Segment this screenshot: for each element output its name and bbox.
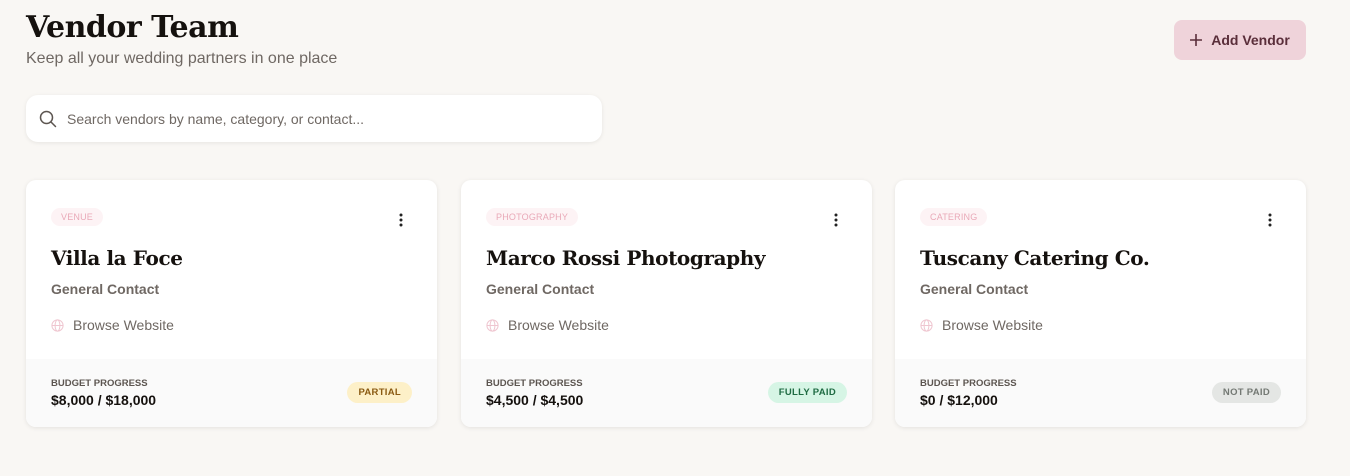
page-title: Vendor Team — [26, 10, 239, 45]
vendor-card-body: PHOTOGRAPHY Marco Rossi Photography Gene… — [461, 180, 872, 359]
plus-icon — [1190, 34, 1203, 46]
globe-icon — [920, 318, 933, 332]
contact-name: General Contact — [486, 281, 595, 297]
more-options-icon[interactable] — [1260, 210, 1280, 230]
page-subtitle: Keep all your wedding partners in one pl… — [26, 50, 338, 67]
vendor-card-body: CATERING Tuscany Catering Co. General Co… — [895, 180, 1306, 359]
payment-status-badge: PARTIAL — [347, 382, 412, 403]
contact-name: General Contact — [51, 281, 160, 297]
budget-progress-label: BUDGET PROGRESS — [920, 378, 1017, 389]
add-vendor-button[interactable]: Add Vendor — [1174, 20, 1306, 60]
contact-name: General Contact — [920, 281, 1029, 297]
add-vendor-label: Add Vendor — [1211, 32, 1290, 48]
vendor-card[interactable]: CATERING Tuscany Catering Co. General Co… — [895, 180, 1306, 427]
budget-value: $0 / $12,000 — [920, 392, 998, 408]
browse-website-link[interactable]: Browse Website — [486, 317, 609, 333]
vendor-card-body: VENUE Villa la Foce General Contact Brow… — [26, 180, 437, 359]
budget-section: BUDGET PROGRESS $4,500 / $4,500 FULLY PA… — [461, 359, 872, 427]
category-tag: PHOTOGRAPHY — [486, 208, 579, 226]
payment-status-badge: FULLY PAID — [767, 382, 847, 403]
category-tag: VENUE — [51, 208, 104, 226]
vendor-name: Tuscany Catering Co. — [920, 246, 1150, 270]
browse-website-label: Browse Website — [73, 317, 174, 333]
browse-website-label: Browse Website — [942, 317, 1043, 333]
search-input[interactable] — [67, 110, 577, 127]
budget-section: BUDGET PROGRESS $0 / $12,000 NOT PAID — [895, 359, 1306, 427]
budget-section: BUDGET PROGRESS $8,000 / $18,000 PARTIAL — [26, 359, 437, 427]
globe-icon — [486, 318, 499, 332]
budget-value: $4,500 / $4,500 — [486, 392, 584, 408]
vendor-name: Villa la Foce — [51, 246, 183, 270]
category-tag: CATERING — [920, 208, 988, 226]
browse-website-link[interactable]: Browse Website — [51, 317, 174, 333]
vendor-card[interactable]: PHOTOGRAPHY Marco Rossi Photography Gene… — [461, 180, 872, 427]
browse-website-link[interactable]: Browse Website — [920, 317, 1043, 333]
globe-icon — [51, 318, 64, 332]
more-options-icon[interactable] — [826, 210, 846, 230]
budget-progress-label: BUDGET PROGRESS — [486, 378, 583, 389]
payment-status-badge: NOT PAID — [1211, 382, 1281, 403]
more-options-icon[interactable] — [391, 210, 411, 230]
vendor-card[interactable]: VENUE Villa la Foce General Contact Brow… — [26, 180, 437, 427]
vendor-name: Marco Rossi Photography — [486, 246, 766, 270]
search-icon — [39, 110, 57, 128]
browse-website-label: Browse Website — [508, 317, 609, 333]
search-bar — [26, 95, 602, 142]
budget-progress-label: BUDGET PROGRESS — [51, 378, 148, 389]
budget-value: $8,000 / $18,000 — [51, 392, 157, 408]
